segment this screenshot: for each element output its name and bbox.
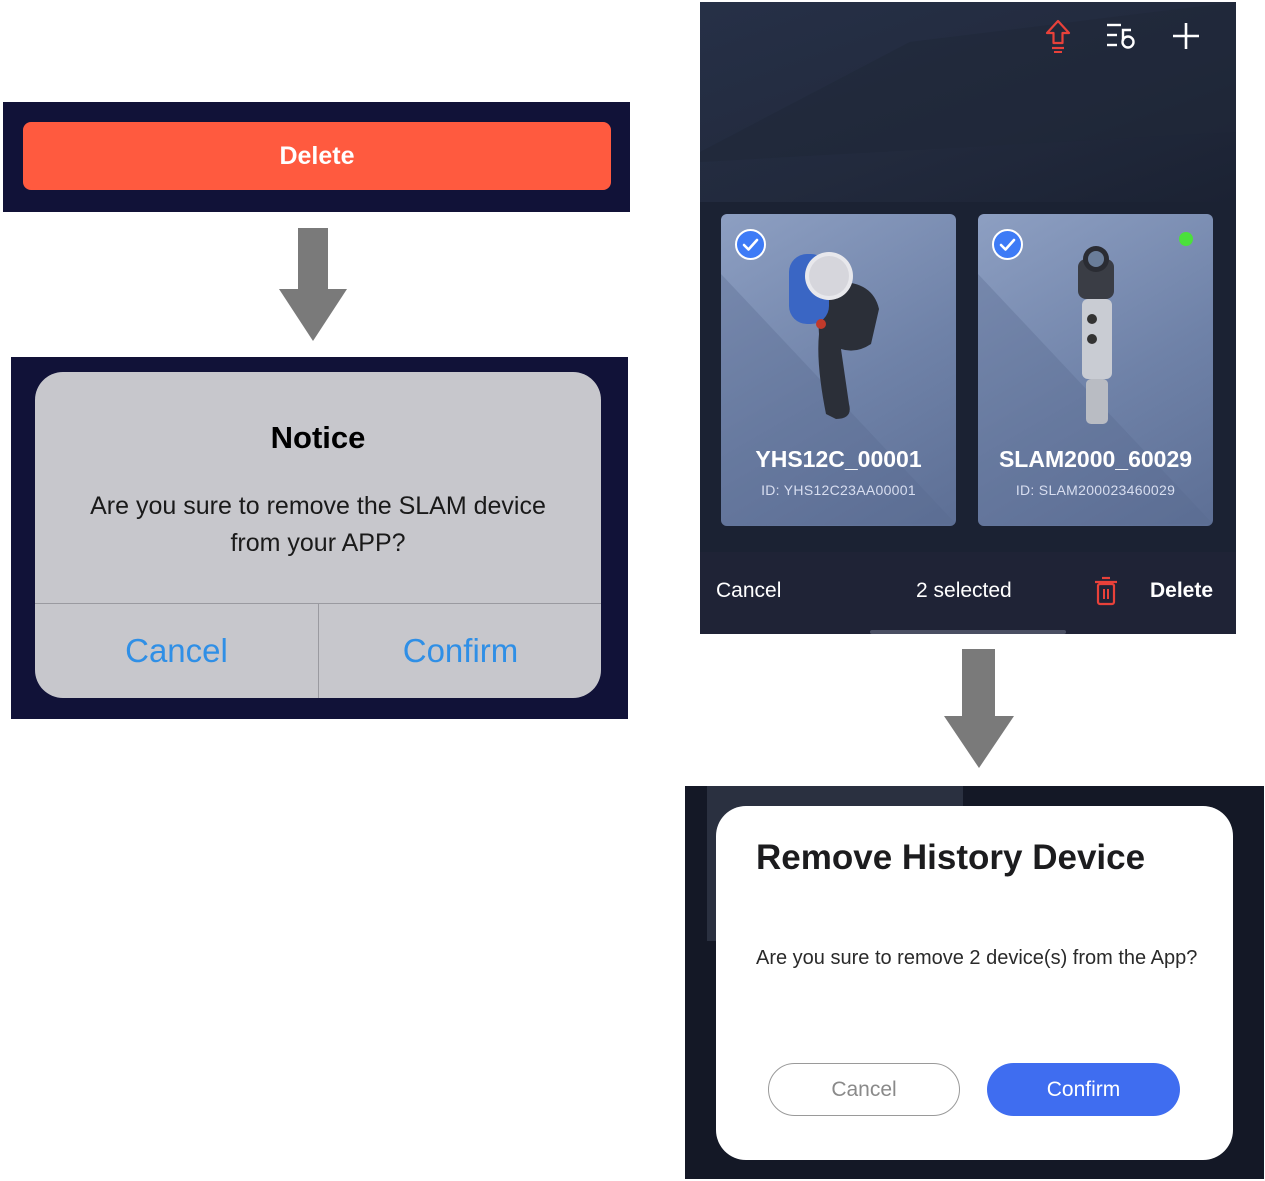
selected-count: 2 selected (916, 579, 1012, 602)
device-id: ID: SLAM200023460029 (1015, 482, 1176, 498)
device-card[interactable]: SLAM2000_60029 ID: SLAM200023460029 (978, 214, 1213, 526)
notice-confirm-button[interactable]: Confirm (319, 604, 601, 698)
notice-cancel-button[interactable]: Cancel (35, 604, 318, 698)
notice-panel: Notice Are you sure to remove the SLAM d… (11, 357, 628, 719)
notice-message: Are you sure to remove the SLAM device f… (90, 492, 546, 557)
remove-history-panel: Remove History Device Are you sure to re… (685, 786, 1264, 1179)
delete-bar-panel: Delete (3, 102, 630, 212)
header-background (700, 2, 1236, 202)
remove-dialog-message: Are you sure to remove 2 device(s) from … (756, 947, 1198, 969)
device-id: ID: YHS12C23AA00001 (761, 482, 916, 498)
trash-icon[interactable] (1094, 576, 1118, 611)
remove-dialog-title: Remove History Device (756, 838, 1146, 877)
device-name: YHS12C_00001 (755, 446, 922, 472)
filter-list-icon[interactable] (1101, 16, 1141, 56)
remove-cancel-button[interactable]: Cancel (768, 1063, 960, 1116)
home-indicator (870, 630, 1066, 634)
online-status-icon (1179, 232, 1193, 246)
selected-check-icon[interactable] (992, 229, 1023, 260)
selection-action-bar: Cancel 2 selected Delete (700, 552, 1236, 634)
device-name: SLAM2000_60029 (998, 446, 1193, 472)
notice-title: Notice (270, 420, 366, 455)
device-card[interactable]: YHS12C_00001 ID: YHS12C23AA00001 (721, 214, 956, 526)
selection-cancel-button[interactable]: Cancel (716, 579, 781, 603)
plus-icon[interactable] (1166, 16, 1206, 56)
selected-check-icon[interactable] (735, 229, 766, 260)
upload-icon[interactable] (1038, 16, 1078, 56)
remove-history-dialog: Remove History Device Are you sure to re… (716, 806, 1233, 1160)
delete-button[interactable]: Delete (23, 122, 611, 190)
selection-delete-button[interactable]: Delete (1150, 579, 1213, 603)
notice-dialog: Notice Are you sure to remove the SLAM d… (35, 372, 601, 698)
device-list-screen: YHS12C_00001 ID: YHS12C23AA00001 SLAM200… (700, 2, 1236, 634)
remove-confirm-button[interactable]: Confirm (987, 1063, 1180, 1116)
